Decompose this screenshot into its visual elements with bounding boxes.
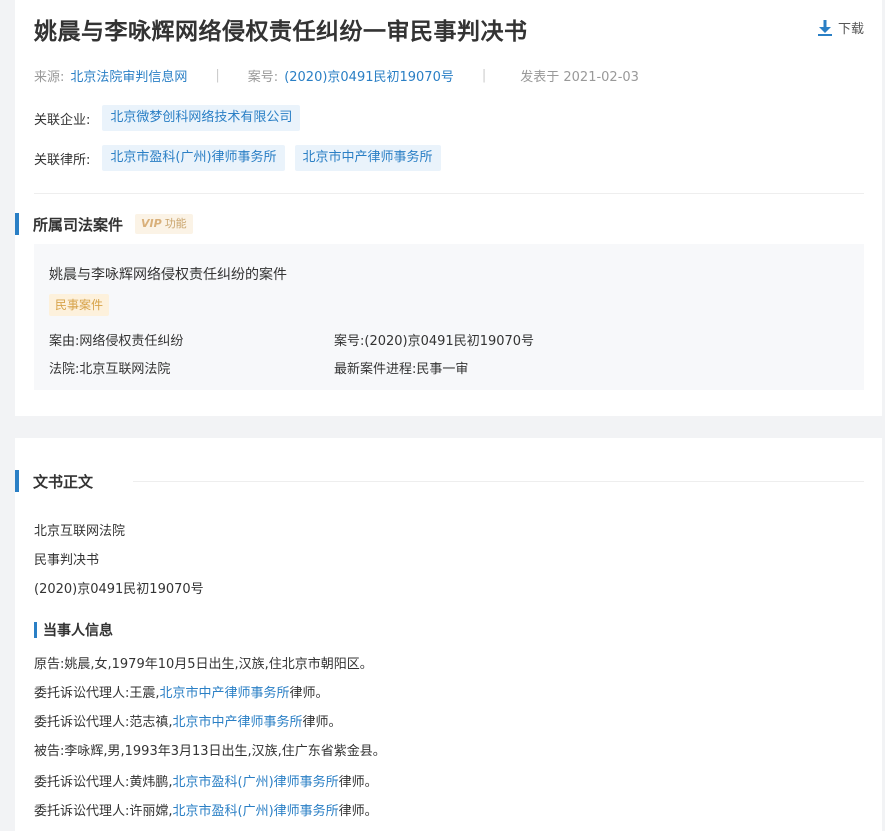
case-number: 案号:(2020)京0491民初19070号 — [334, 334, 535, 349]
judicial-case-box[interactable]: 姚晨与李咏辉网络侵权责任纠纷的案件 民事案件 案由:网络侵权责任纠纷 案号:(2… — [34, 244, 864, 390]
page-title: 姚晨与李咏辉网络侵权责任纠纷一审民事判决书 — [34, 19, 528, 45]
lawfirm-link[interactable]: 北京市盈科(广州)律师事务所 — [173, 775, 339, 790]
vip-badge: VIP 功能 — [135, 214, 193, 234]
party-text: 律师。 — [338, 775, 378, 790]
related-lawfirm-row: 关联律所: 北京市盈科(广州)律师事务所 北京市中产律师事务所 — [34, 145, 451, 171]
meta-info: 来源: 北京法院审判信息网 | 案号: (2020)京0491民初19070号 … — [34, 66, 639, 85]
section-title: 文书正文 — [33, 472, 94, 491]
section-accent-bar — [34, 622, 37, 638]
party-line: 委托诉讼代理人:黄炜鹏,北京市盈科(广州)律师事务所律师。 — [34, 771, 378, 790]
party-text: 委托诉讼代理人:王震, — [34, 686, 160, 701]
related-lawfirm-label: 关联律所: — [34, 152, 91, 168]
related-lawfirm-tag[interactable]: 北京市中产律师事务所 — [294, 145, 441, 171]
case-no-label: 案号: — [247, 70, 279, 85]
section-accent-bar — [15, 213, 19, 235]
party-line: 原告:姚晨,女,1979年10月5日出生,汉族,住北京市朝阳区。 — [34, 653, 373, 672]
party-text: 律师。 — [338, 804, 378, 819]
party-line: 委托诉讼代理人:范志禛,北京市中产律师事务所律师。 — [34, 711, 342, 730]
download-icon — [817, 19, 832, 36]
party-line: 委托诉讼代理人:许丽嫦,北京市盈科(广州)律师事务所律师。 — [34, 800, 378, 819]
source-label: 来源: — [34, 70, 65, 85]
meta-separator: | — [481, 68, 487, 83]
judicial-case-section-header: 所属司法案件 VIP 功能 — [15, 213, 193, 235]
source-link[interactable]: 北京法院审判信息网 — [70, 66, 187, 85]
download-label: 下载 — [837, 22, 864, 37]
publish-date: 发表于 2021-02-03 — [520, 70, 639, 85]
party-text: 委托诉讼代理人:黄炜鹏, — [34, 775, 173, 790]
divider — [133, 481, 864, 482]
party-text: 律师。 — [302, 715, 342, 730]
meta-separator: | — [215, 68, 220, 83]
case-type-badge: 民事案件 — [49, 294, 110, 316]
section-title: 所属司法案件 — [33, 215, 124, 234]
case-court: 法院:北京互联网法院 — [49, 362, 171, 377]
vip-label: 功能 — [164, 217, 187, 230]
lawfirm-link[interactable]: 北京市中产律师事务所 — [160, 686, 290, 701]
case-title[interactable]: 姚晨与李咏辉网络侵权责任纠纷的案件 — [49, 264, 287, 284]
party-text: 委托诉讼代理人:范志禛, — [34, 715, 173, 730]
doc-court: 北京互联网法院 — [34, 524, 126, 539]
party-line: 被告:李咏辉,男,1993年3月13日出生,汉族,住广东省紫金县。 — [34, 740, 386, 759]
document-body-section-header: 文书正文 — [15, 470, 93, 492]
party-section-header: 当事人信息 — [34, 620, 113, 640]
lawfirm-link[interactable]: 北京市盈科(广州)律师事务所 — [173, 804, 339, 819]
related-company-tag[interactable]: 北京微梦创科网络技术有限公司 — [102, 105, 301, 131]
party-text: 被告:李咏辉,男,1993年3月13日出生,汉族,住广东省紫金县。 — [34, 744, 386, 759]
related-company-row: 关联企业: 北京微梦创科网络技术有限公司 — [34, 105, 310, 131]
doc-type: 民事判决书 — [34, 553, 100, 568]
related-company-label: 关联企业: — [34, 112, 91, 128]
case-no-link[interactable]: (2020)京0491民初19070号 — [284, 66, 454, 85]
case-cause: 案由:网络侵权责任纠纷 — [49, 334, 184, 349]
lawfirm-link[interactable]: 北京市中产律师事务所 — [173, 715, 303, 730]
vip-icon: VIP — [141, 217, 162, 230]
party-text: 委托诉讼代理人:许丽嫦, — [34, 804, 173, 819]
document-header-card: 姚晨与李咏辉网络侵权责任纠纷一审民事判决书 下载 来源: 北京法院审判信息网 |… — [15, 0, 882, 416]
related-lawfirm-tag[interactable]: 北京市盈科(广州)律师事务所 — [102, 145, 285, 171]
doc-case-number: (2020)京0491民初19070号 — [34, 582, 204, 597]
party-text: 律师。 — [289, 686, 329, 701]
party-section-title: 当事人信息 — [43, 623, 113, 639]
section-accent-bar — [15, 470, 19, 492]
party-text: 原告:姚晨,女,1979年10月5日出生,汉族,住北京市朝阳区。 — [34, 657, 373, 672]
download-button[interactable]: 下载 — [817, 18, 864, 37]
document-body-card: 文书正文 北京互联网法院 民事判决书 (2020)京0491民初19070号 当… — [15, 438, 882, 831]
case-progress: 最新案件进程:民事一审 — [334, 362, 469, 377]
party-line: 委托诉讼代理人:王震,北京市中产律师事务所律师。 — [34, 682, 329, 701]
divider — [34, 193, 864, 194]
